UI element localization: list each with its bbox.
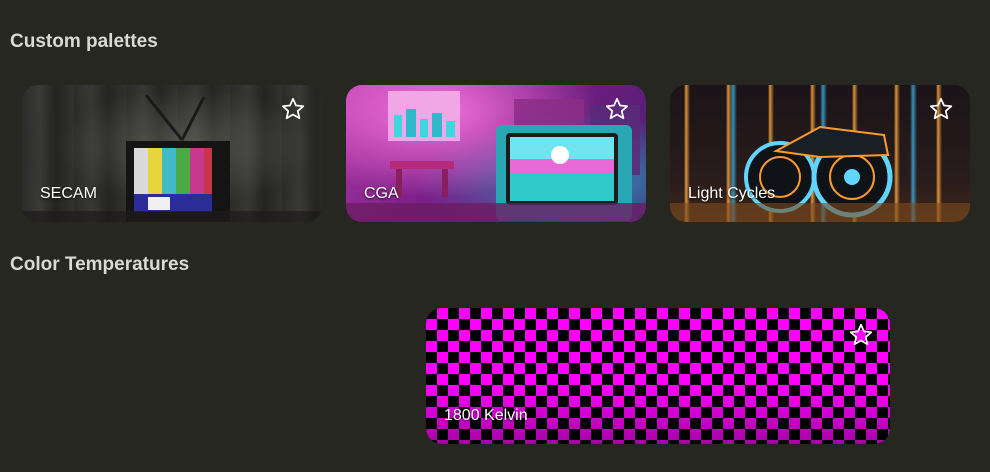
section-title-custom-palettes: Custom palettes: [10, 31, 158, 52]
star-outline-icon[interactable]: [848, 322, 874, 348]
palette-card-label: CGA: [364, 185, 399, 202]
palette-gallery: Custom palettes SECAM CGA Light Cycles C…: [0, 0, 990, 472]
palette-card-cga[interactable]: CGA: [346, 85, 646, 222]
star-outline-icon[interactable]: [604, 96, 630, 122]
star-outline-icon[interactable]: [280, 96, 306, 122]
palette-card-light-cycles[interactable]: Light Cycles: [670, 85, 970, 222]
section-title-color-temperatures: Color Temperatures: [10, 254, 190, 275]
palette-card-secam[interactable]: SECAM: [22, 85, 322, 222]
palette-card-label: SECAM: [40, 185, 97, 202]
palette-card-label: Light Cycles: [688, 185, 776, 202]
star-outline-icon[interactable]: [928, 96, 954, 122]
palette-card-label: 1800 Kelvin: [444, 407, 528, 424]
palette-card-1800-kelvin[interactable]: 1800 Kelvin: [426, 308, 890, 444]
